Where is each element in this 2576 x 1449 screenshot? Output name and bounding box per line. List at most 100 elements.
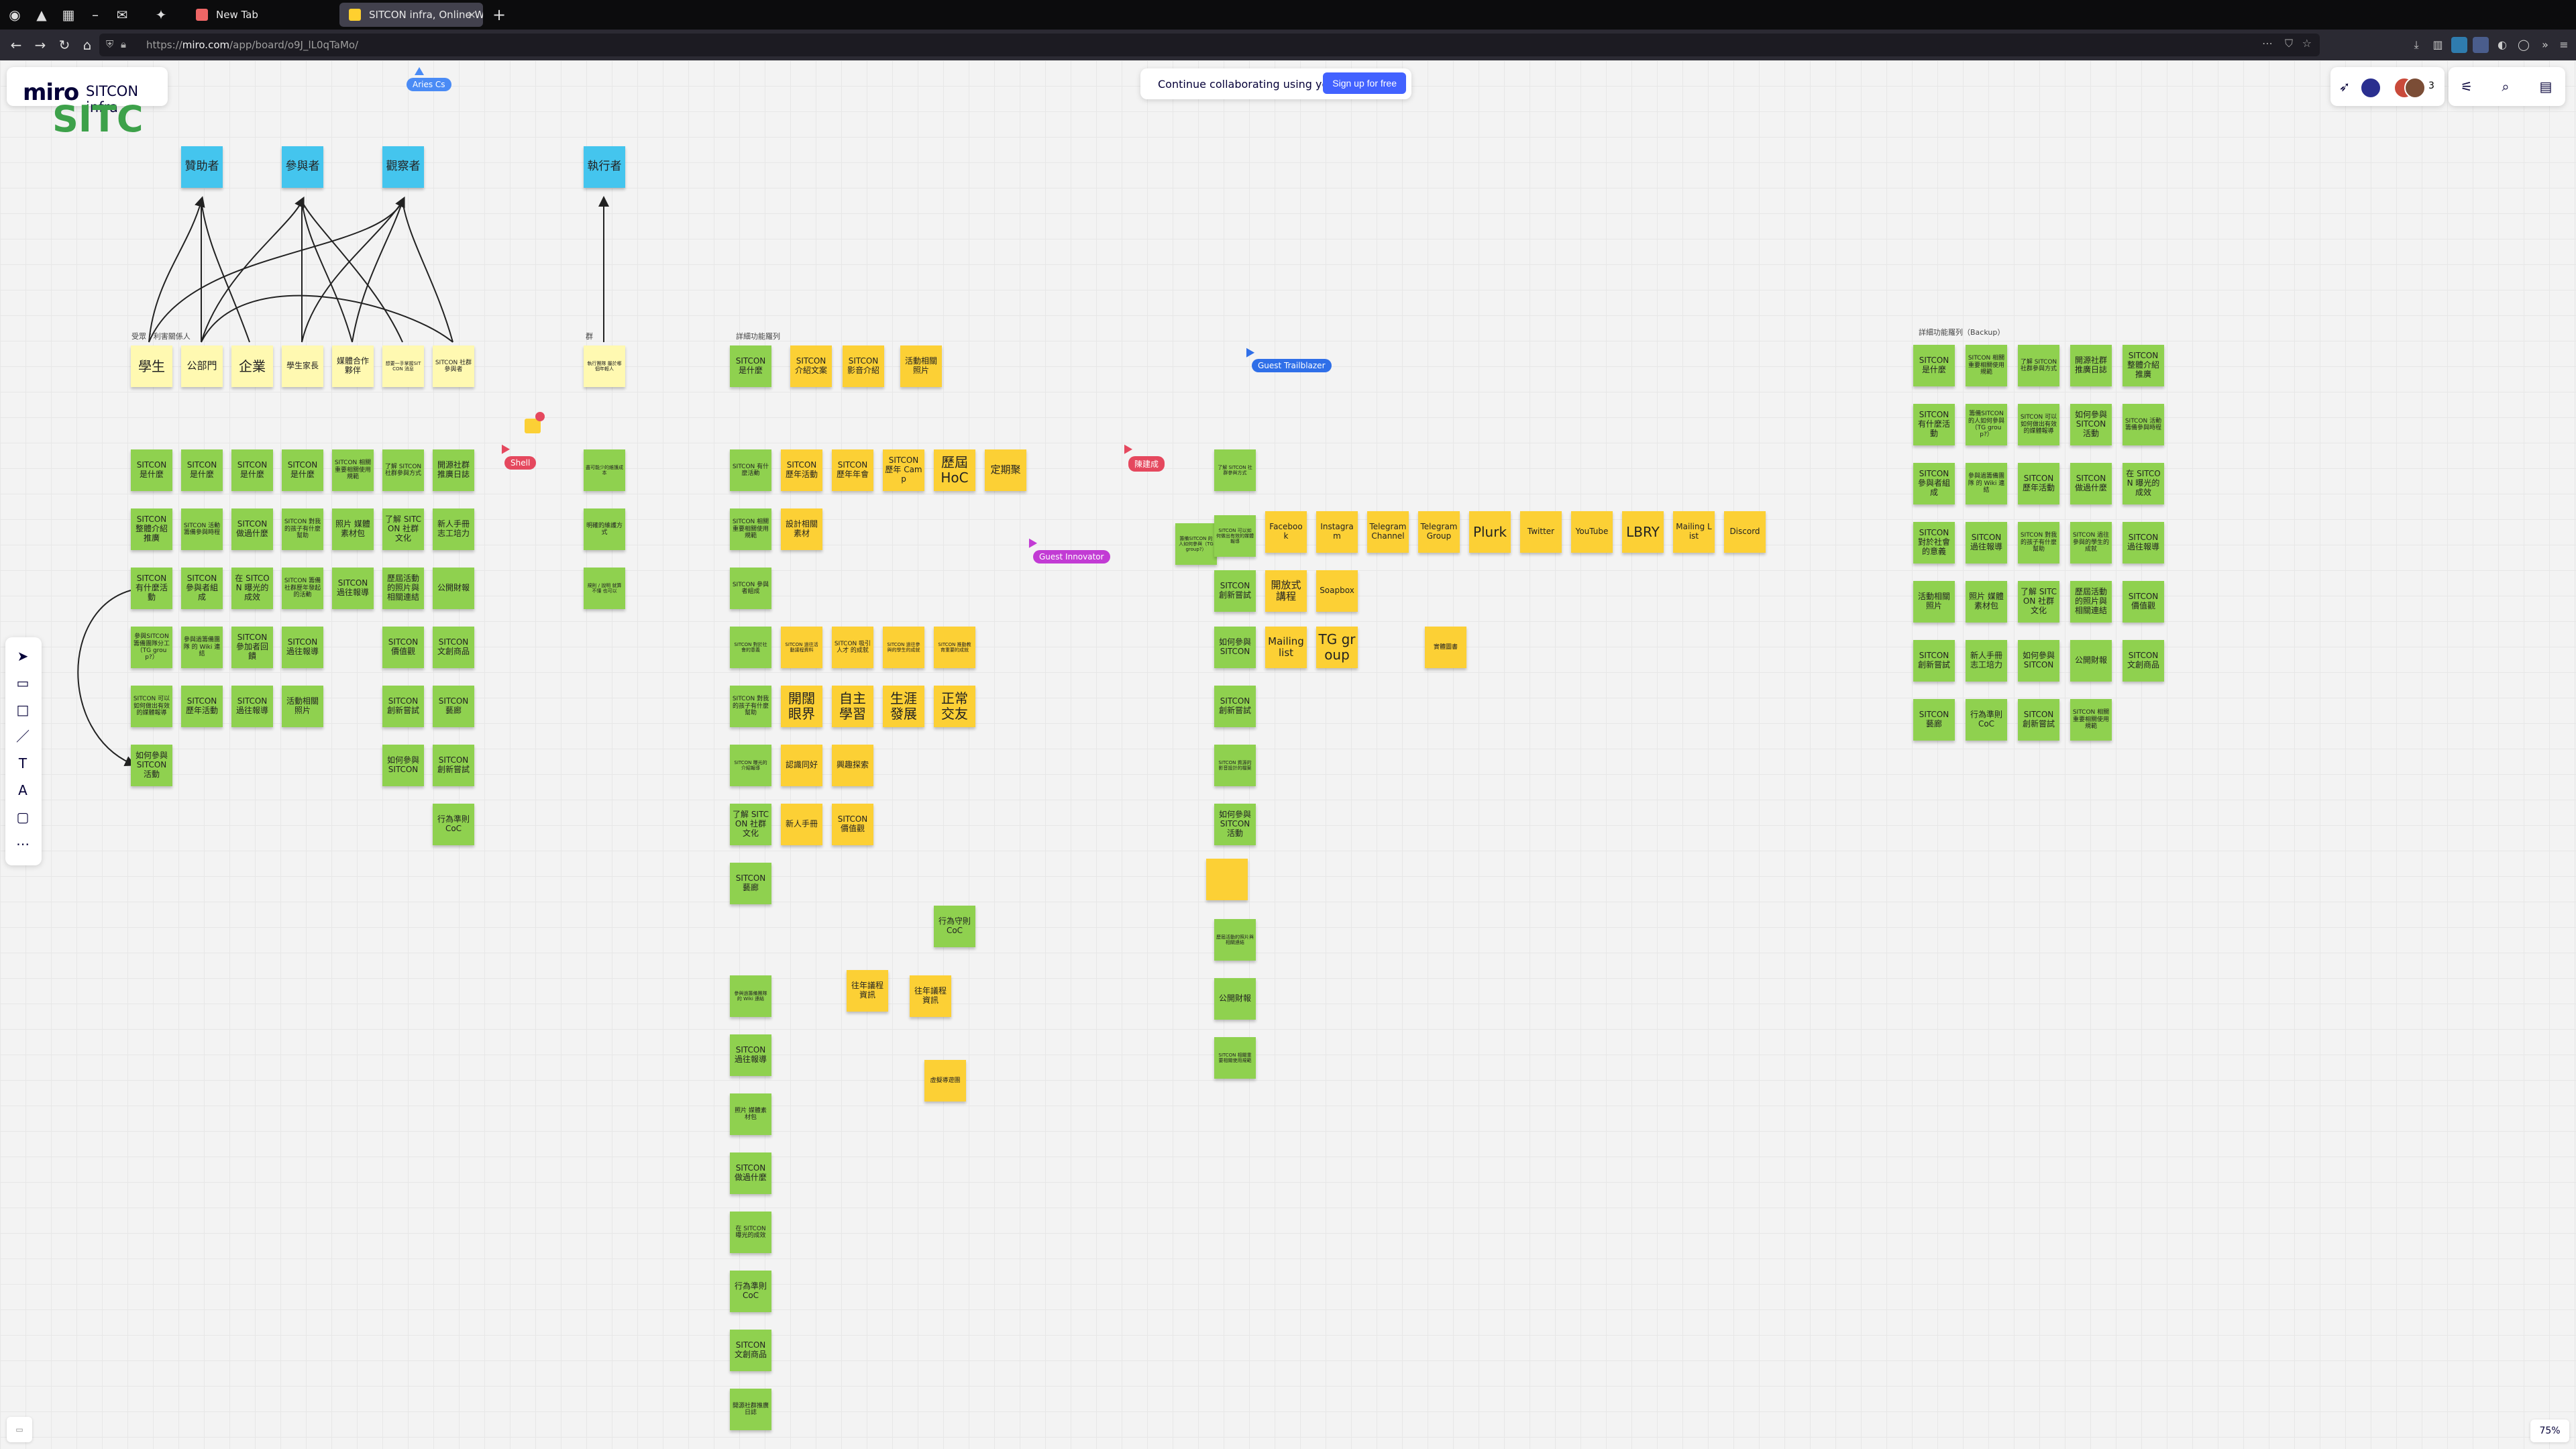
sticky-note[interactable]: SITCON 做過什麼: [730, 1152, 771, 1194]
sticky-note[interactable]: SITCON 歷年 Camp: [883, 449, 924, 491]
sticky-note[interactable]: [1206, 859, 1248, 900]
sticky-note[interactable]: SITCON 是什麼: [181, 449, 223, 491]
sticky-note[interactable]: 在 SITCON 曝光的成效: [231, 568, 273, 609]
menu-icon[interactable]: ≡: [2556, 37, 2572, 53]
sticky-note[interactable]: 公部門: [181, 345, 223, 387]
sticky-note[interactable]: 明確的維護方式: [584, 508, 625, 550]
sticky-note[interactable]: 如何參與 SITCON: [382, 745, 424, 786]
sticky-note[interactable]: 往年議程 資訊: [910, 975, 951, 1017]
pocket-icon[interactable]: ⛉: [2285, 37, 2293, 50]
sticky-note[interactable]: 了解 SITCON 社群文化: [382, 508, 424, 550]
reload-icon[interactable]: ↻: [55, 36, 74, 54]
overflow-icon[interactable]: »: [2537, 37, 2553, 53]
sticky-note[interactable]: SITCON 有什麼活動: [1913, 404, 1955, 445]
sticky-note[interactable]: SITCON 整體介紹推廣: [2123, 345, 2164, 386]
sticky-note[interactable]: 想要一手掌握SITCON 消息: [382, 345, 424, 387]
board-canvas[interactable]: miro SITCON infra Continue collaborating…: [0, 60, 2576, 1449]
sticky-note[interactable]: 認識同好: [781, 745, 822, 786]
sticky-note[interactable]: 了解 SITCON 社群文化: [2018, 581, 2059, 623]
sticky-note[interactable]: 參與SITCON 籌備團隊分工（TG group?）: [131, 627, 172, 668]
sticky-note[interactable]: 執行團隊 屬於哪個年輕人: [584, 345, 625, 387]
sticky-note[interactable]: SITCON 過往活動議程資料: [781, 627, 822, 668]
sticky-note[interactable]: 如何參與 SITCON: [1214, 627, 1256, 668]
sticky-note[interactable]: 照片 媒體素材包: [730, 1093, 771, 1135]
sticky-note[interactable]: 參與過籌備團隊 的 Wiki 連結: [1966, 463, 2007, 504]
sticky-note[interactable]: SITCON 創新嘗試: [1214, 570, 1256, 612]
sticky-note[interactable]: 興趣探索: [832, 745, 873, 786]
sticky-note[interactable]: 公開財報: [1214, 978, 1256, 1020]
sticky-note[interactable]: 照片 媒體素材包: [1966, 581, 2007, 623]
sticky-note[interactable]: 往年議程 資訊: [847, 970, 888, 1012]
sticky-note[interactable]: 如何參與 SITCON 活動: [131, 745, 172, 786]
sticky-note[interactable]: SITCON 價值觀: [832, 804, 873, 845]
sticky-note[interactable]: 正常 交友: [934, 686, 975, 727]
sticky-note[interactable]: Instagram: [1316, 511, 1358, 553]
sticky-note[interactable]: 開源社群推廣日誌: [433, 449, 474, 491]
sticky-note[interactable]: SITCON 相關重要相關使用規範: [2070, 699, 2112, 741]
sticky-note[interactable]: SITCON 創新嘗試: [2018, 699, 2059, 741]
sticky-note[interactable]: SITCON 參加者回饋: [231, 627, 273, 668]
sticky-note[interactable]: SITCON 是什麼: [1913, 345, 1955, 386]
sticky-note[interactable]: Telegram Channel: [1367, 511, 1409, 553]
sticky-note[interactable]: SITCON 曝光的介紹報導: [730, 745, 771, 786]
sticky-note[interactable]: SITCON 文創商品: [2123, 640, 2164, 682]
sticky-note[interactable]: SITCON 過往報導: [282, 627, 323, 668]
home-icon[interactable]: ⌂: [78, 36, 97, 54]
sticky-note[interactable]: SITCON 過往報導: [231, 686, 273, 727]
sticky-note[interactable]: SITCON 過往報導: [332, 568, 374, 609]
sticky-note[interactable]: SITCON 創新嘗試: [382, 686, 424, 727]
sticky-note[interactable]: SITCON 對我的孩子有什麼幫助: [730, 686, 771, 727]
sticky-note[interactable]: 學生家長: [282, 345, 323, 387]
sticky-note[interactable]: SITCON 社群參與者: [433, 345, 474, 387]
sticky-note[interactable]: 定期聚: [985, 449, 1026, 491]
sticky-note[interactable]: 開源社群推廣日誌: [730, 1389, 771, 1430]
sticky-note[interactable]: SITCON 相關重要相關使用規範: [730, 508, 771, 550]
sticky-note[interactable]: 行為準則 CoC: [1966, 699, 2007, 741]
sticky-note[interactable]: SITCON 對我的孩子有什麼幫助: [2018, 522, 2059, 564]
sticky-note[interactable]: 規則 / 說明 就算不懂 也可以: [584, 568, 625, 609]
sticky-note[interactable]: 了解 SITCON 社群參與方式: [2018, 345, 2059, 386]
sticky-note[interactable]: SITCON 影音介紹: [843, 345, 884, 387]
sticky-note[interactable]: SITCON 相關重要相關使用規範: [1966, 345, 2007, 386]
tab-miro[interactable]: SITCON infra, Online Whiteboard for Visu…: [339, 3, 483, 27]
forward-icon[interactable]: →: [31, 36, 50, 54]
sticky-note[interactable]: 行為準則 CoC: [433, 804, 474, 845]
sticky-note[interactable]: SITCON 歷年活動: [2018, 463, 2059, 504]
sticky-note[interactable]: SITCON 歷年活動: [181, 686, 223, 727]
sticky-note[interactable]: 開源社群推廣日誌: [2070, 345, 2112, 386]
sticky-note[interactable]: 自主 學習: [832, 686, 873, 727]
sticky-note[interactable]: 公開財報: [2070, 640, 2112, 682]
extension-icon[interactable]: ◐: [2494, 37, 2510, 53]
sticky-note[interactable]: SITCON 過往參與的學生的成就: [2070, 522, 2112, 564]
sticky-note[interactable]: 歷屆活動的照片與相關連結: [2070, 581, 2112, 623]
sticky-note[interactable]: 籌備SITCON 的人如何參與（TG group?）: [1966, 404, 2007, 445]
sticky-note[interactable]: 照片 媒體素材包: [332, 508, 374, 550]
gitlab-icon[interactable]: ▲: [32, 5, 51, 24]
sticky-note[interactable]: SITCON 是什麼: [231, 449, 273, 491]
sticky-note[interactable]: SITCON 對我的孩子有什麼幫助: [282, 508, 323, 550]
tab-new-tab[interactable]: New Tab: [186, 3, 335, 27]
bookmark-icon[interactable]: ☆: [2302, 37, 2312, 50]
sticky-note[interactable]: Discord: [1724, 511, 1766, 553]
sticky-note[interactable]: SITCON 價值觀: [382, 627, 424, 668]
sticky-note[interactable]: SITCON 可以如何做出有效的媒體報導: [131, 686, 172, 727]
sticky-note[interactable]: SITCON 對於社會的意義: [730, 627, 771, 668]
sticky-note[interactable]: 贊助者: [181, 146, 223, 188]
sticky-note[interactable]: 生涯 發展: [883, 686, 924, 727]
sticky-note[interactable]: SITCON 參與者組成: [730, 568, 771, 609]
url-bar[interactable]: ⛨ 🔒︎ https://miro.com/app/board/o9J_lL0q…: [99, 34, 2320, 56]
sticky-note[interactable]: SITCON 藝廊: [730, 863, 771, 904]
sticky-note[interactable]: SITCON 可以如何做出有效的媒體報導: [2018, 404, 2059, 445]
sticky-note[interactable]: Facebook: [1265, 511, 1307, 553]
sticky-note[interactable]: Mailing List: [1673, 511, 1715, 553]
sticky-note[interactable]: 媒體合作夥伴: [332, 345, 374, 387]
sticky-note[interactable]: 歷屆活動的照片與相關連結: [1214, 919, 1256, 961]
sticky-note[interactable]: 新人手冊 志工培力: [1966, 640, 2007, 682]
calendar-icon[interactable]: ▦: [59, 5, 78, 24]
sticky-note[interactable]: 了解 SITCON 社群參與方式: [382, 449, 424, 491]
sticky-note[interactable]: SITCON 是什麼: [282, 449, 323, 491]
sticky-note[interactable]: SITCON 活動籌備參與時程: [2123, 404, 2164, 445]
sticky-note[interactable]: 如何參與 SITCON: [2018, 640, 2059, 682]
github-icon[interactable]: ◉: [5, 5, 24, 24]
sticky-note[interactable]: SITCON 相關重要相關使用規範: [332, 449, 374, 491]
